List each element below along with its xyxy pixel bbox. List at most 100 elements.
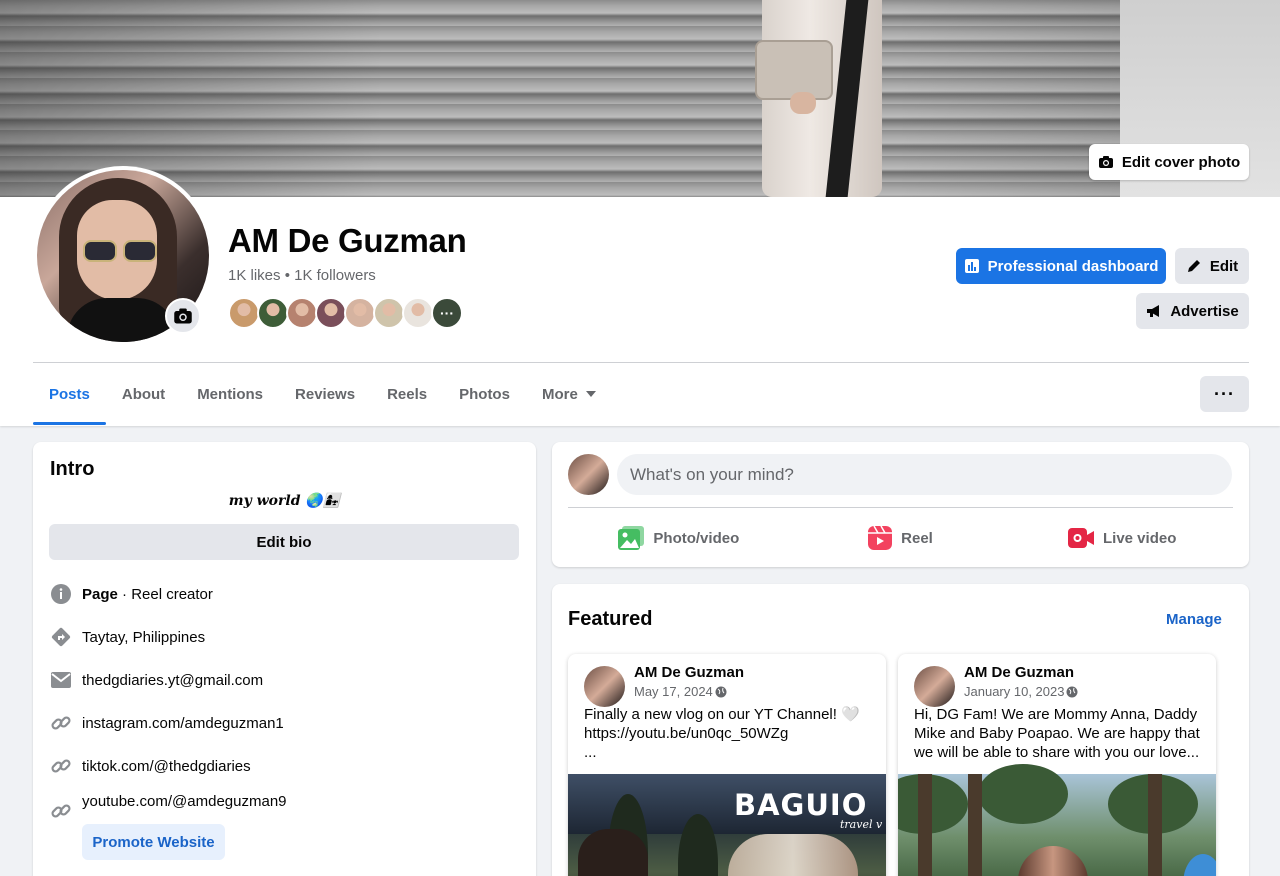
live-video-button[interactable]: Live video <box>1011 518 1233 558</box>
profile-tabs: Posts About Mentions Reviews Reels Photos More <box>33 363 612 425</box>
composer-avatar[interactable] <box>568 454 609 495</box>
intro-card: Intro my world 🌏👩‍👧 Edit bio Page · Reel… <box>33 442 536 876</box>
tab-reels[interactable]: Reels <box>371 363 443 425</box>
intro-email-row: thedgdiaries.yt@gmail.com <box>49 668 263 692</box>
tab-label: Mentions <box>197 385 264 403</box>
follower-avatar[interactable] <box>228 297 260 329</box>
featured-card: Featured Manage AM De Guzman May 17, 202… <box>552 584 1249 876</box>
tab-label: About <box>121 385 166 403</box>
edit-bio-button[interactable]: Edit bio <box>49 524 519 560</box>
photo-icon <box>618 526 645 550</box>
edit-button[interactable]: Edit <box>1175 248 1249 284</box>
composer-divider <box>568 507 1233 508</box>
intro-title: Intro <box>50 458 95 480</box>
profile-header: Edit cover photo AM De Guzman 1K likes •… <box>0 0 1280 426</box>
edit-cover-photo-button[interactable]: Edit cover photo <box>1089 144 1249 180</box>
location-text: Taytay, Philippines <box>82 628 206 646</box>
intro-location-row: Taytay, Philippines <box>49 625 205 649</box>
tab-label: Reviews <box>295 385 356 403</box>
promote-website-label: Promote Website <box>92 833 215 851</box>
tab-more[interactable]: More <box>526 363 612 425</box>
tab-label: More <box>541 385 578 403</box>
reel-icon <box>868 526 893 550</box>
live-video-icon <box>1068 528 1094 548</box>
image-foliage <box>978 764 1068 824</box>
megaphone-icon <box>1147 305 1160 317</box>
tab-posts[interactable]: Posts <box>33 363 106 425</box>
post-date[interactable]: January 10, 2023 <box>964 684 1078 699</box>
page-label: Page <box>82 585 118 603</box>
intro-page-row: Page · Reel creator <box>49 582 213 606</box>
post-date-text: January 10, 2023 <box>964 684 1065 699</box>
avatar-glasses-right <box>123 240 157 262</box>
cover-stairs <box>0 0 1280 197</box>
featured-post[interactable]: AM De Guzman May 17, 2024 Finally a new … <box>568 654 886 876</box>
cover-photo[interactable] <box>0 0 1280 197</box>
post-author-avatar[interactable] <box>914 666 955 707</box>
follower-avatar[interactable] <box>286 297 318 329</box>
youtube-link[interactable]: youtube.com/@amdeguzman9 <box>82 793 287 810</box>
post-author-name[interactable]: AM De Guzman <box>964 664 1074 681</box>
follower-avatar[interactable] <box>257 297 289 329</box>
whats-on-your-mind-input[interactable]: What's on your mind? <box>617 454 1232 495</box>
intro-instagram-row: instagram.com/amdeguzman1 <box>49 711 284 735</box>
post-image[interactable] <box>898 764 1216 876</box>
post-date-text: May 17, 2024 <box>634 684 713 699</box>
globe-icon <box>715 686 727 697</box>
caret-down-icon <box>585 391 596 397</box>
cover-handbag <box>755 40 833 100</box>
tab-label: Photos <box>459 385 510 403</box>
professional-dashboard-button[interactable]: Professional dashboard <box>956 248 1166 284</box>
tab-mentions[interactable]: Mentions <box>181 363 279 425</box>
email-text[interactable]: thedgdiaries.yt@gmail.com <box>82 672 263 689</box>
camera-icon <box>1098 156 1113 168</box>
composer-actions: Photo/video Reel Live video <box>568 518 1233 558</box>
photo-video-button[interactable]: Photo/video <box>568 518 790 558</box>
follower-avatar[interactable] <box>315 297 347 329</box>
follower-avatar[interactable] <box>373 297 405 329</box>
follower-avatar[interactable] <box>402 297 434 329</box>
image-foliage <box>898 774 968 834</box>
follower-avatars[interactable]: ··· <box>228 297 463 329</box>
instagram-link[interactable]: instagram.com/amdeguzman1 <box>82 715 284 732</box>
image-horse <box>578 829 648 876</box>
tiktok-link[interactable]: tiktok.com/@thedgdiaries <box>82 758 251 775</box>
more-options-button[interactable]: ··· <box>1200 376 1249 412</box>
post-author-name[interactable]: AM De Guzman <box>634 664 744 681</box>
intro-youtube-row: youtube.com/@amdeguzman9 <box>49 793 287 823</box>
featured-post[interactable]: AM De Guzman January 10, 2023 Hi, DG Fam… <box>898 654 1216 876</box>
pencil-icon <box>1187 260 1200 272</box>
image-people <box>1018 846 1088 876</box>
image-people <box>728 834 858 876</box>
post-author-avatar[interactable] <box>584 666 625 707</box>
profile-name: AM De Guzman <box>228 222 467 259</box>
photo-video-label: Photo/video <box>653 529 740 547</box>
more-followers-button[interactable]: ··· <box>431 297 463 329</box>
tab-photos[interactable]: Photos <box>443 363 526 425</box>
promote-website-button[interactable]: Promote Website <box>82 824 225 860</box>
envelope-icon <box>49 668 73 692</box>
profile-stats[interactable]: 1K likes • 1K followers <box>228 267 376 284</box>
image-tree-trunk <box>968 774 982 876</box>
cover-hand <box>790 92 816 114</box>
image-balloon <box>1183 854 1216 876</box>
tab-label: Reels <box>387 385 428 403</box>
more-options-icon: ··· <box>1214 383 1235 404</box>
edit-label: Edit <box>1209 257 1239 275</box>
advertise-button[interactable]: Advertise <box>1136 293 1249 329</box>
avatar-glasses-left <box>83 240 117 262</box>
manage-featured-link[interactable]: Manage <box>1166 611 1222 628</box>
follower-avatar[interactable] <box>344 297 376 329</box>
post-image[interactable]: BAGUIO travel v <box>568 774 886 876</box>
link-icon <box>49 799 73 823</box>
advertise-label: Advertise <box>1170 302 1239 320</box>
reel-button[interactable]: Reel <box>790 518 1012 558</box>
tab-reviews[interactable]: Reviews <box>279 363 371 425</box>
edit-bio-label: Edit bio <box>256 533 312 551</box>
update-profile-picture-button[interactable] <box>165 298 201 334</box>
post-date[interactable]: May 17, 2024 <box>634 684 727 699</box>
directions-icon <box>49 625 73 649</box>
edit-cover-label: Edit cover photo <box>1121 153 1241 171</box>
page-category: · Reel creator <box>117 585 213 603</box>
tab-about[interactable]: About <box>106 363 181 425</box>
